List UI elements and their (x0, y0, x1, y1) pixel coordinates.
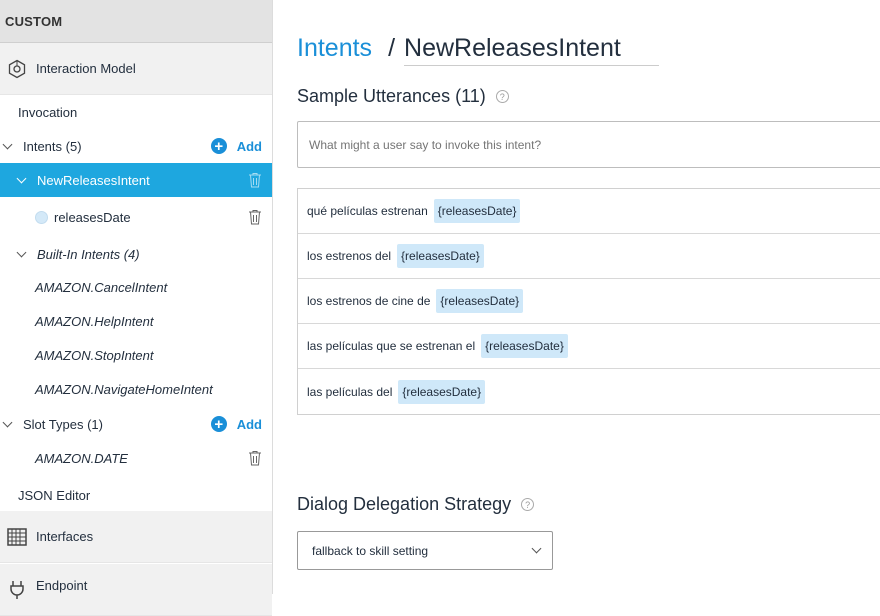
chevron-down-icon[interactable] (2, 417, 13, 427)
sidebar: CUSTOM Interaction Model Invocation Inte… (0, 0, 273, 616)
add-label: Add (236, 416, 262, 432)
sidebar-section-label: Interaction Model (36, 61, 136, 76)
dialog-delegation-select[interactable]: fallback to skill setting (297, 531, 553, 570)
trash-icon[interactable] (248, 209, 262, 225)
help-icon[interactable]: ? (495, 90, 509, 103)
breadcrumb-intents-link[interactable]: Intents (297, 34, 372, 63)
slot-tag[interactable]: {releasesDate} (433, 199, 521, 223)
sample-utterances-heading: Sample Utterances (11) ? (297, 86, 509, 107)
utterance-text: las películas del (307, 384, 393, 399)
slot-tag[interactable]: {releasesDate} (397, 244, 484, 268)
sidebar-item-label: AMAZON.HelpIntent (35, 313, 154, 329)
interfaces-grid-icon (6, 526, 28, 548)
sidebar-section-label: Interfaces (36, 529, 94, 544)
add-label: Add (236, 138, 262, 154)
slot-dot-icon (35, 210, 48, 224)
select-value: fallback to skill setting (312, 543, 429, 558)
utterance-list: qué películas estrenan {releasesDate} lo… (297, 188, 880, 415)
sidebar-item-label: Intents (5) (23, 138, 82, 154)
utterance-row[interactable]: las películas que se estrenan el {releas… (298, 324, 880, 369)
sidebar-item-label: AMAZON.CancelIntent (35, 279, 168, 295)
chevron-down-icon[interactable] (16, 173, 27, 183)
trash-icon[interactable] (248, 450, 262, 466)
add-intent-button[interactable]: + Add (210, 138, 262, 154)
main-panel: Intents / NewReleasesIntent Sample Utter… (274, 0, 880, 594)
sidebar-item-builtin-intents[interactable]: Built-In Intents (4) (0, 237, 272, 271)
sidebar-item-json-editor[interactable]: JSON Editor (0, 478, 272, 512)
section-title: Sample Utterances (11) (297, 86, 486, 106)
chevron-down-icon[interactable] (16, 247, 27, 257)
sidebar-section-endpoint[interactable]: Endpoint (0, 564, 272, 616)
trash-icon[interactable] (248, 172, 262, 188)
utterance-text: los estrenos de cine de (307, 294, 431, 308)
utterance-text: las películas que se estrenan el (307, 339, 476, 353)
utterance-text: los estrenos del (307, 249, 392, 263)
sidebar-item-slot-types[interactable]: Slot Types (1) + Add (0, 407, 272, 441)
sidebar-item-slot-releasesdate[interactable]: releasesDate (0, 200, 272, 234)
sidebar-section-label: Endpoint (36, 578, 88, 593)
utterance-text: qué películas estrenan (307, 204, 428, 218)
sidebar-section-interaction-model[interactable]: Interaction Model (0, 43, 272, 95)
sidebar-item-intents[interactable]: Intents (5) + Add (0, 129, 272, 163)
sidebar-item-label: Slot Types (1) (23, 416, 103, 432)
section-title: Dialog Delegation Strategy (297, 494, 512, 514)
intent-name-field[interactable]: NewReleasesIntent (404, 34, 660, 66)
sidebar-item-newreleasesintent[interactable]: NewReleasesIntent (0, 163, 272, 197)
breadcrumb-separator: / (388, 34, 396, 62)
dialog-delegation-heading: Dialog Delegation Strategy ? (297, 494, 535, 515)
sidebar-item-label: releasesDate (54, 209, 131, 225)
sidebar-item-builtin-intent[interactable]: AMAZON.StopIntent (0, 338, 272, 372)
gear-icon (6, 58, 28, 80)
utterance-input[interactable] (297, 121, 880, 168)
utterance-row[interactable]: las películas del {releasesDate} (298, 369, 880, 414)
sidebar-item-label: AMAZON.StopIntent (35, 347, 154, 363)
chevron-down-icon (531, 543, 542, 554)
sidebar-item-builtin-intent[interactable]: AMAZON.NavigateHomeIntent (0, 372, 272, 406)
sidebar-section-interfaces[interactable]: Interfaces (0, 511, 272, 563)
help-icon[interactable]: ? (521, 498, 535, 511)
sidebar-item-label: Built-In Intents (4) (37, 246, 140, 262)
sidebar-item-label: AMAZON.DATE (35, 450, 128, 466)
sidebar-item-builtin-intent[interactable]: AMAZON.HelpIntent (0, 304, 272, 338)
utterance-row[interactable]: los estrenos del {releasesDate} (298, 234, 880, 279)
slot-tag[interactable]: {releasesDate} (481, 334, 568, 358)
slot-tag[interactable]: {releasesDate} (436, 289, 524, 313)
sidebar-item-label: AMAZON.NavigateHomeIntent (35, 381, 213, 397)
utterance-row[interactable]: los estrenos de cine de {releasesDate} (298, 279, 880, 324)
sidebar-item-slot-type-amazon-date[interactable]: AMAZON.DATE (0, 441, 272, 475)
sidebar-item-label: NewReleasesIntent (37, 172, 150, 188)
sidebar-item-label: Invocation (18, 104, 78, 120)
plus-icon: + (210, 138, 227, 154)
sidebar-header: CUSTOM (0, 0, 272, 43)
breadcrumb: Intents / NewReleasesIntent (297, 34, 660, 66)
sidebar-item-label: JSON Editor (18, 487, 91, 503)
utterance-row[interactable]: qué películas estrenan {releasesDate} (298, 189, 880, 234)
sidebar-item-builtin-intent[interactable]: AMAZON.CancelIntent (0, 270, 272, 304)
plug-icon (6, 578, 28, 600)
plus-icon: + (210, 416, 227, 432)
add-slot-type-button[interactable]: + Add (210, 416, 262, 432)
chevron-down-icon[interactable] (2, 139, 13, 149)
slot-tag[interactable]: {releasesDate} (398, 379, 486, 404)
sidebar-item-invocation[interactable]: Invocation (0, 95, 272, 129)
